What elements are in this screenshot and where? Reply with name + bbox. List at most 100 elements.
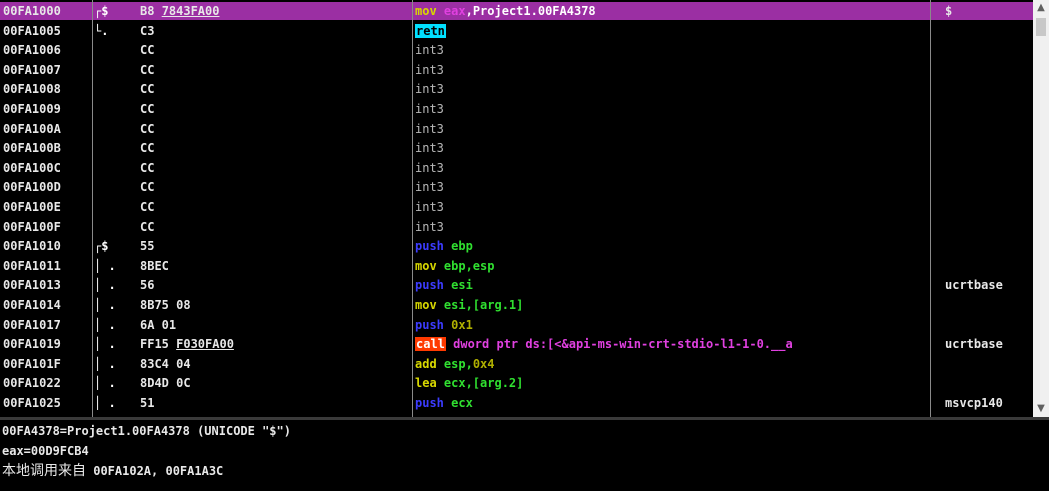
disasm-row[interactable]: 00FA100F CC int3 [0,218,1033,236]
disasm-row[interactable]: 00FA100A CC int3 [0,120,1033,138]
vertical-scrollbar[interactable]: ▲ ▼ [1033,0,1049,417]
scroll-up-arrow-icon[interactable]: ▲ [1033,0,1049,16]
comment-cell[interactable] [945,41,1033,59]
instruction-cell[interactable]: push esi [415,276,927,294]
instruction-cell[interactable]: add esp,0x4 [415,355,927,373]
instruction-cell[interactable]: int3 [415,198,927,216]
address-cell[interactable]: 00FA1022 [0,374,95,392]
bytes-cell[interactable]: 56 [140,276,410,294]
address-cell[interactable]: 00FA101F [0,355,95,373]
address-cell[interactable]: 00FA100A [0,120,95,138]
bytes-cell[interactable]: 8BEC [140,257,410,275]
instruction-cell[interactable]: int3 [415,41,927,59]
instruction-cell[interactable]: int3 [415,159,927,177]
instruction-cell[interactable]: mov eax,Project1.00FA4378 [415,2,927,20]
instruction-cell[interactable]: int3 [415,120,927,138]
bytes-cell[interactable]: 8D4D 0C [140,374,410,392]
comment-cell[interactable] [945,61,1033,79]
address-cell[interactable]: 00FA1013 [0,276,95,294]
comment-cell[interactable] [945,80,1033,98]
disasm-row[interactable]: 00FA100E CC int3 [0,198,1033,216]
bytes-cell[interactable]: 51 [140,394,410,412]
instruction-cell[interactable]: push 0x1 [415,316,927,334]
bytes-cell[interactable]: CC [140,198,410,216]
bytes-cell[interactable]: CC [140,120,410,138]
instruction-cell[interactable]: int3 [415,61,927,79]
comment-cell[interactable] [945,159,1033,177]
instruction-cell[interactable]: int3 [415,218,927,236]
bytes-cell[interactable]: 83C4 04 [140,355,410,373]
address-cell[interactable]: 00FA1008 [0,80,95,98]
instruction-cell[interactable]: int3 [415,139,927,157]
comment-cell[interactable] [945,139,1033,157]
bytes-cell[interactable]: C3 [140,22,410,40]
disasm-row[interactable]: 00FA1008 CC int3 [0,80,1033,98]
comment-cell[interactable] [945,120,1033,138]
bytes-cell[interactable]: CC [140,80,410,98]
address-cell[interactable]: 00FA1011 [0,257,95,275]
bytes-cell[interactable]: 55 [140,237,410,255]
bytes-cell[interactable]: CC [140,100,410,118]
address-cell[interactable]: 00FA100C [0,159,95,177]
comment-cell[interactable] [945,178,1033,196]
comment-cell[interactable] [945,22,1033,40]
address-cell[interactable]: 00FA1009 [0,100,95,118]
address-cell[interactable]: 00FA100D [0,178,95,196]
disasm-row[interactable]: 00FA1019 │ . FF15 F030FA00 call dword ptr d… [0,335,1033,353]
instruction-cell[interactable]: retn [415,22,927,40]
comment-cell[interactable]: msvcp140 [945,394,1033,412]
bytes-cell[interactable]: CC [140,178,410,196]
address-cell[interactable]: 00FA100F [0,218,95,236]
address-cell[interactable]: 00FA100B [0,139,95,157]
disasm-row[interactable]: 00FA1017 │ . 6A 01 push 0x1 [0,316,1033,334]
disasm-row[interactable]: 00FA100D CC int3 [0,178,1033,196]
disassembly-pane[interactable]: 00FA1000 ┌$ B8 7843FA00 mov eax,Project1.00… [0,0,1033,417]
address-cell[interactable]: 00FA1025 [0,394,95,412]
bytes-cell[interactable]: CC [140,139,410,157]
address-cell[interactable]: 00FA1006 [0,41,95,59]
address-cell[interactable]: 00FA1000 [0,2,95,20]
disasm-row[interactable]: 00FA1011 │ . 8BEC mov ebp,esp [0,257,1033,275]
disasm-row[interactable]: 00FA1022 │ . 8D4D 0C lea ecx,[arg.2] [0,374,1033,392]
address-cell[interactable]: 00FA1014 [0,296,95,314]
instruction-cell[interactable]: int3 [415,80,927,98]
comment-cell[interactable] [945,100,1033,118]
bytes-cell[interactable]: CC [140,41,410,59]
bytes-cell[interactable]: CC [140,218,410,236]
comment-cell[interactable] [945,237,1033,255]
instruction-cell[interactable]: lea ecx,[arg.2] [415,374,927,392]
instruction-cell[interactable]: int3 [415,178,927,196]
comment-cell[interactable]: $ [945,2,1033,20]
disasm-row[interactable]: 00FA1014 │ . 8B75 08 mov esi,[arg.1] [0,296,1033,314]
instruction-cell[interactable]: call dword ptr ds:[<&api-ms-win-crt-stdi… [415,335,927,353]
comment-cell[interactable] [945,296,1033,314]
disasm-row[interactable]: 00FA1025 │ . 51 push ecx msvcp140 [0,394,1033,412]
bytes-cell[interactable]: 6A 01 [140,316,410,334]
instruction-cell[interactable]: mov ebp,esp [415,257,927,275]
disasm-row[interactable]: 00FA1000 ┌$ B8 7843FA00 mov eax,Project1.00… [0,2,1033,20]
bytes-cell[interactable]: B8 7843FA00 [140,2,410,20]
bytes-cell[interactable]: CC [140,61,410,79]
disasm-row[interactable]: 00FA1013 │ . 56 push esi ucrtbase [0,276,1033,294]
address-cell[interactable]: 00FA100E [0,198,95,216]
disasm-row[interactable]: 00FA1009 CC int3 [0,100,1033,118]
disasm-row[interactable]: 00FA100C CC int3 [0,159,1033,177]
address-cell[interactable]: 00FA1017 [0,316,95,334]
address-cell[interactable]: 00FA1010 [0,237,95,255]
instruction-cell[interactable]: mov esi,[arg.1] [415,296,927,314]
instruction-cell[interactable]: push ecx [415,394,927,412]
disasm-row[interactable]: 00FA1010 ┌$ 55 push ebp [0,237,1033,255]
instruction-cell[interactable]: int3 [415,100,927,118]
comment-cell[interactable] [945,374,1033,392]
instruction-cell[interactable]: push ebp [415,237,927,255]
disasm-row[interactable]: 00FA1005 └. C3 retn [0,22,1033,40]
disasm-row[interactable]: 00FA1006 CC int3 [0,41,1033,59]
address-cell[interactable]: 00FA1019 [0,335,95,353]
comment-cell[interactable] [945,198,1033,216]
scroll-down-arrow-icon[interactable]: ▼ [1033,401,1049,417]
comment-cell[interactable] [945,316,1033,334]
disasm-row[interactable]: 00FA1007 CC int3 [0,61,1033,79]
address-cell[interactable]: 00FA1007 [0,61,95,79]
comment-cell[interactable] [945,218,1033,236]
comment-cell[interactable] [945,355,1033,373]
